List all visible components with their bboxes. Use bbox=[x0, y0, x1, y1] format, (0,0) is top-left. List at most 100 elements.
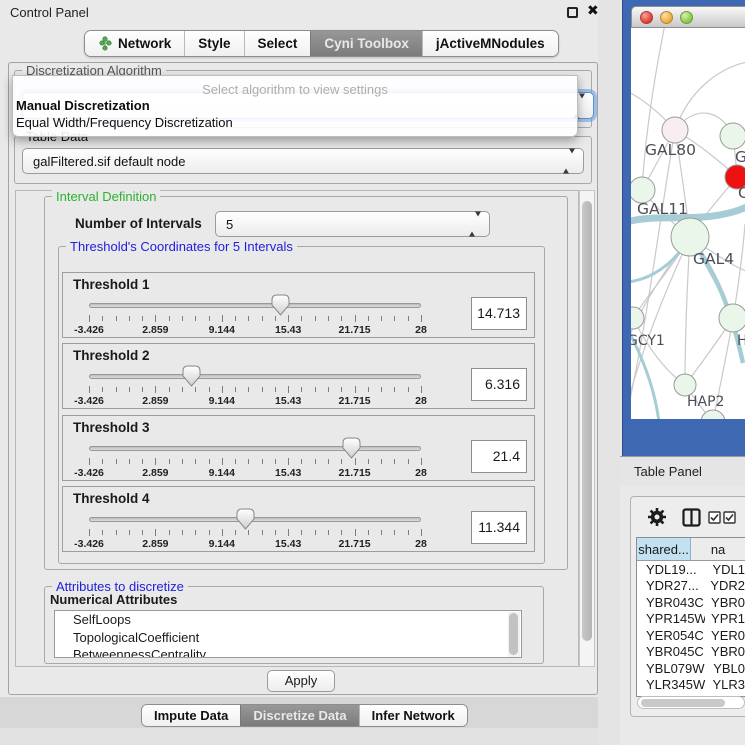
vertical-scrollbar[interactable] bbox=[579, 190, 595, 667]
graph-node[interactable] bbox=[720, 123, 745, 149]
table-cell[interactable]: YBR045C bbox=[637, 644, 705, 659]
tab-discretize-data[interactable]: Discretize Data bbox=[240, 705, 358, 726]
slider-tick bbox=[262, 459, 263, 464]
slider-tick bbox=[155, 315, 156, 322]
table-row[interactable]: YDL19...YDL1 bbox=[637, 561, 745, 578]
float-window-icon[interactable] bbox=[567, 7, 578, 18]
slider-tick bbox=[315, 316, 316, 321]
slider-tick bbox=[381, 459, 382, 464]
threshold-value-field[interactable]: 6.316 bbox=[471, 368, 527, 401]
checkbox-icon[interactable] bbox=[708, 511, 721, 524]
tab-style[interactable]: Style bbox=[184, 31, 243, 56]
table-cell[interactable]: YBR0 bbox=[705, 595, 745, 610]
panel-divider[interactable] bbox=[598, 0, 622, 745]
attribute-list-item[interactable]: BetweennessCentrality bbox=[55, 646, 521, 658]
table-row[interactable]: YBR045CYBR0 bbox=[637, 644, 745, 661]
slider-track[interactable] bbox=[89, 517, 421, 522]
split-table-icon[interactable] bbox=[682, 508, 701, 527]
slider-tick bbox=[275, 459, 276, 464]
slider-tick bbox=[328, 459, 329, 464]
apply-button[interactable]: Apply bbox=[267, 670, 335, 692]
tab-cyni-toolbox[interactable]: Cyni Toolbox bbox=[310, 31, 422, 56]
slider-track[interactable] bbox=[89, 303, 421, 308]
table-row[interactable]: YER054CYER0 bbox=[637, 627, 745, 644]
mac-zoom-button[interactable] bbox=[680, 11, 693, 24]
table-row[interactable]: YBR043CYBR0 bbox=[637, 594, 745, 611]
slider-handle[interactable] bbox=[236, 508, 255, 530]
tab-select[interactable]: Select bbox=[244, 31, 311, 56]
slider-tick-label: 28 bbox=[415, 538, 427, 550]
graph-node[interactable] bbox=[674, 374, 696, 396]
table-data-value: galFiltered.sif default node bbox=[33, 154, 185, 169]
slider-tick bbox=[248, 459, 249, 464]
table-row[interactable]: YLR345WYLR3 bbox=[637, 677, 745, 694]
slider-track[interactable] bbox=[89, 374, 421, 379]
slider-tick bbox=[142, 530, 143, 535]
slider-tick bbox=[235, 316, 236, 321]
tab-network[interactable]: Network bbox=[85, 31, 184, 56]
table-cell[interactable]: YBR0 bbox=[705, 644, 745, 659]
slider-handle[interactable] bbox=[182, 365, 201, 387]
table-cell[interactable]: YLR3 bbox=[706, 677, 745, 692]
slider-track[interactable] bbox=[89, 446, 421, 451]
number-of-intervals-combobox[interactable]: 5 bbox=[215, 211, 490, 237]
table-cell[interactable]: YPR145W bbox=[637, 611, 705, 626]
mac-minimize-button[interactable] bbox=[660, 11, 673, 24]
table-data-combobox[interactable]: galFiltered.sif default node bbox=[22, 148, 584, 174]
table-row[interactable]: YPR145WYPR1 bbox=[637, 611, 745, 628]
table-cell[interactable]: YBL0 bbox=[707, 661, 745, 676]
scrollbar-thumb[interactable] bbox=[509, 613, 518, 655]
slider-tick bbox=[155, 529, 156, 536]
close-icon[interactable]: ✖ bbox=[587, 3, 599, 19]
slider-tick bbox=[169, 530, 170, 535]
graph-node[interactable] bbox=[662, 117, 688, 143]
attribute-list-item[interactable]: TopologicalCoefficient bbox=[55, 629, 521, 647]
table-cell[interactable]: YDL1 bbox=[706, 562, 745, 577]
network-window-titlebar[interactable] bbox=[631, 6, 745, 28]
dropdown-item[interactable]: Manual Discretization bbox=[13, 97, 577, 114]
list-scrollbar[interactable] bbox=[508, 612, 520, 657]
table-row[interactable]: YBL079WYBL0 bbox=[637, 660, 745, 677]
combo-arrows-icon bbox=[469, 217, 481, 232]
threshold-value-field[interactable]: 11.344 bbox=[471, 511, 527, 544]
graph-node[interactable] bbox=[719, 304, 745, 332]
mac-close-button[interactable] bbox=[640, 11, 653, 24]
threshold-value-field[interactable]: 21.4 bbox=[471, 440, 527, 473]
tab-impute-data[interactable]: Impute Data bbox=[142, 705, 240, 726]
tab-infer-network[interactable]: Infer Network bbox=[359, 705, 467, 726]
numerical-attributes-list[interactable]: SelfLoopsTopologicalCoefficientBetweenne… bbox=[54, 610, 522, 658]
table-row[interactable]: YDR27...YDR2 bbox=[637, 578, 745, 595]
node-attribute-table[interactable]: shared... na YDL19...YDL1YDR27...YDR2YBR… bbox=[636, 537, 745, 697]
slider-handle[interactable] bbox=[271, 294, 290, 316]
table-cell[interactable]: YDL19... bbox=[637, 562, 706, 577]
graph-node-label: GAL80 bbox=[645, 141, 696, 159]
slider-tick-label: 2.859 bbox=[142, 395, 168, 407]
network-canvas[interactable]: GAL80GACGAL11GAL4GCY1HHAP2 bbox=[631, 28, 745, 419]
horizontal-scrollbar[interactable] bbox=[637, 696, 745, 709]
table-column-header[interactable]: shared... bbox=[637, 538, 691, 560]
slider-tick bbox=[102, 530, 103, 535]
scrollbar-thumb[interactable] bbox=[582, 201, 592, 641]
checkbox-icon[interactable] bbox=[723, 511, 736, 524]
slider-tick bbox=[394, 459, 395, 464]
threshold-value-field[interactable]: 14.713 bbox=[471, 297, 527, 330]
table-cell[interactable]: YDR2 bbox=[704, 578, 745, 593]
table-cell[interactable]: YER054C bbox=[637, 628, 705, 643]
slider-tick bbox=[89, 529, 90, 536]
table-column-header[interactable]: na bbox=[691, 538, 745, 560]
slider-tick bbox=[116, 316, 117, 321]
dropdown-item[interactable]: Equal Width/Frequency Discretization bbox=[13, 114, 577, 131]
table-cell[interactable]: YLR345W bbox=[637, 677, 706, 692]
slider-handle[interactable] bbox=[342, 437, 361, 459]
table-cell[interactable]: YER0 bbox=[705, 628, 745, 643]
table-cell[interactable]: YDR27... bbox=[637, 578, 704, 593]
attribute-list-item[interactable]: SelfLoops bbox=[55, 611, 521, 629]
scrollbar-thumb[interactable] bbox=[641, 699, 725, 707]
table-cell[interactable]: YBL079W bbox=[637, 661, 707, 676]
tab-jactivemnodules[interactable]: jActiveMNodules bbox=[422, 31, 558, 56]
slider-tick bbox=[89, 315, 90, 322]
dropdown-prompt-item[interactable]: Select algorithm to view settings bbox=[13, 76, 577, 97]
gear-icon[interactable] bbox=[646, 506, 668, 528]
table-cell[interactable]: YBR043C bbox=[637, 595, 705, 610]
table-cell[interactable]: YPR1 bbox=[705, 611, 745, 626]
